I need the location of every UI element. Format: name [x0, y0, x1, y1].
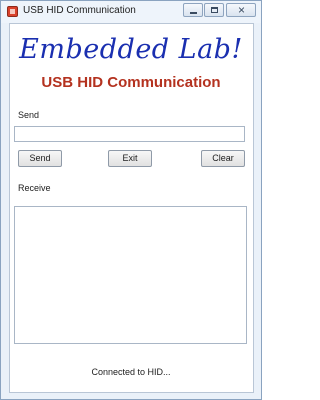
send-button[interactable]: Send — [18, 150, 62, 167]
send-input[interactable] — [14, 126, 245, 142]
title-bar[interactable]: USB HID Communication × — [1, 1, 261, 23]
exit-button[interactable]: Exit — [108, 150, 152, 167]
clear-button[interactable]: Clear — [201, 150, 245, 167]
app-icon — [7, 6, 18, 17]
minimize-button[interactable] — [183, 3, 203, 17]
send-label: Send — [18, 110, 40, 120]
close-button[interactable]: × — [226, 3, 256, 17]
app-subtitle: USB HID Communication — [41, 74, 221, 91]
status-text: Connected to HID... — [91, 367, 171, 377]
receive-label: Receive — [18, 183, 51, 193]
receive-textarea[interactable] — [14, 206, 247, 344]
brand-title: Embedded Lab! — [19, 34, 243, 65]
maximize-button[interactable] — [204, 3, 224, 17]
window-title: USB HID Communication — [23, 5, 136, 16]
close-icon: × — [238, 3, 246, 17]
